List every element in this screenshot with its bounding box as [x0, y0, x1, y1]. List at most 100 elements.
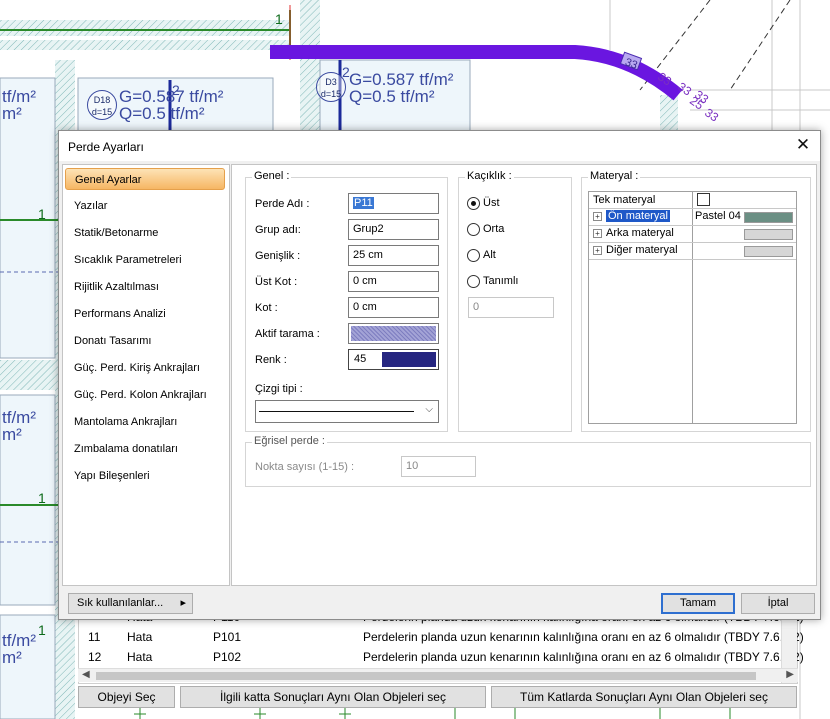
material-group-title: Materyal : — [588, 170, 641, 182]
cancel-button[interactable]: İptal — [741, 593, 815, 614]
single-material-label: Tek materyal — [593, 194, 656, 206]
row-type: Hata — [127, 650, 153, 664]
color-picker[interactable]: 45 — [348, 349, 439, 370]
grid-row-line — [589, 259, 796, 260]
offset-option-ust: Üst — [483, 197, 500, 209]
scroll-right-icon[interactable]: ▶ — [786, 669, 794, 680]
slab-tag-thickness: d=15 — [91, 107, 113, 117]
load-label: m² — [2, 425, 22, 444]
general-group: Genel : Perde Adı : P11 Grup adı: Grup2 … — [245, 170, 448, 432]
slab-tag-id: D18 — [93, 95, 111, 105]
offset-option-alt: Alt — [483, 249, 496, 261]
horizontal-scrollbar[interactable]: ◀ ▶ — [78, 668, 798, 682]
slab-tag-id: D3 — [325, 77, 337, 87]
slab-tag-thickness: d=15 — [320, 89, 342, 99]
offset-radio-alt[interactable] — [467, 249, 480, 262]
axis-number: 1 — [38, 490, 46, 506]
offset-value-input[interactable]: 0 — [468, 297, 554, 318]
single-material-checkbox[interactable] — [697, 193, 710, 206]
nav-item-statik-betonarme[interactable]: Statik/Betonarme — [65, 222, 225, 244]
nav-item-performans[interactable]: Performans Analizi — [65, 303, 225, 325]
hatch-preview — [351, 326, 436, 341]
offset-radio-orta[interactable] — [467, 223, 480, 236]
table-row[interactable]: 11 Hata P101 Perdelerin planda uzun kena… — [79, 627, 804, 647]
group-name-input[interactable]: Grup2 — [348, 219, 439, 240]
dialog-title: Perde Ayarları — [68, 140, 144, 154]
nav-item-yapi-bilesenleri[interactable]: Yapı Bileşenleri — [65, 465, 225, 487]
load-label-q: Q=0.5 tf/m² — [119, 104, 205, 123]
slab-tag[interactable]: D18 d=15 — [87, 90, 117, 120]
offset-radio-tanimli[interactable] — [467, 275, 480, 288]
ok-button[interactable]: Tamam — [661, 593, 735, 614]
solid-line-preview — [259, 411, 414, 412]
favorites-button[interactable]: Sık kullanılanlar... ▸ — [68, 593, 193, 614]
chevron-down-icon[interactable]: ⌵ — [425, 404, 433, 415]
expand-icon[interactable]: + — [593, 246, 602, 255]
grid-row-line — [589, 242, 796, 243]
nav-item-genel-ayarlar[interactable]: Genel Ayarlar — [65, 168, 225, 190]
wall-name-input[interactable]: P11 — [348, 193, 439, 214]
table-row[interactable]: 12 Hata P102 Perdelerin planda uzun kena… — [79, 647, 804, 667]
load-label-g: G=0.587 tf/m² — [349, 70, 454, 89]
group-name-label: Grup adı: — [255, 224, 301, 236]
curved-wall-group-title: Eğrisel perde : — [252, 435, 327, 447]
other-material-swatch[interactable] — [744, 246, 793, 257]
dialog-titlebar[interactable]: Perde Ayarları ✕ — [59, 131, 820, 161]
top-level-label: Üst Kot : — [255, 276, 298, 288]
axis-number: 2 — [342, 64, 350, 80]
offset-group: Kaçıklık : Üst Orta Alt Tanımlı 0 — [458, 170, 572, 432]
width-input[interactable]: 25 cm — [348, 245, 439, 266]
row-object: P101 — [213, 630, 242, 644]
back-material-name: Arka materyal — [606, 227, 674, 239]
close-icon[interactable]: ✕ — [794, 136, 812, 154]
select-object-button[interactable]: Objeyi Seç — [78, 686, 175, 708]
nav-item-mantolama[interactable]: Mantolama Ankrajları — [65, 411, 225, 433]
nav-item-kolon-ankraj[interactable]: Güç. Perd. Kolon Ankrajları — [65, 384, 225, 406]
offset-option-tanimli: Tanımlı — [483, 275, 519, 287]
nav-item-yazilar[interactable]: Yazılar — [65, 195, 225, 217]
favorites-label: Sık kullanılanlar... — [77, 597, 164, 609]
nav-item-donati[interactable]: Donatı Tasarımı — [65, 330, 225, 352]
nav-item-zimbalama[interactable]: Zımbalama donatıları — [65, 438, 225, 460]
front-material-swatch[interactable] — [744, 212, 793, 223]
load-label: tf/m² — [2, 631, 36, 650]
expand-icon[interactable]: + — [593, 229, 602, 238]
grid-divider — [692, 192, 693, 423]
color-index-value: 45 — [354, 353, 367, 365]
settings-nav: Genel Ayarlar Yazılar Statik/Betonarme S… — [62, 164, 230, 586]
material-group: Materyal : Tek materyal + Ön materyal Pas… — [581, 170, 811, 432]
nav-item-rijitlik[interactable]: Rijitlik Azaltılması — [65, 276, 225, 298]
other-material-label[interactable]: + Diğer materyal — [593, 244, 678, 256]
width-label: Genişlik : — [255, 250, 301, 262]
offset-radio-ust[interactable] — [467, 197, 480, 210]
general-group-title: Genel : — [252, 170, 292, 182]
wall-settings-dialog: Perde Ayarları ✕ Genel Ayarlar Yazılar S… — [58, 130, 821, 620]
line-type-label: Çizgi tipi : — [255, 383, 303, 395]
back-material-swatch[interactable] — [744, 229, 793, 240]
row-message: Perdelerin planda uzun kenarının kalınlı… — [363, 650, 804, 664]
nav-item-sicaklik[interactable]: Sıcaklık Parametreleri — [65, 249, 225, 271]
color-swatch — [382, 352, 436, 367]
axis-number: 1 — [38, 206, 46, 222]
nav-item-kiris-ankraj[interactable]: Güç. Perd. Kiriş Ankrajları — [65, 357, 225, 379]
level-input[interactable]: 0 cm — [348, 297, 439, 318]
wall-name-label: Perde Adı : — [255, 198, 310, 210]
offset-option-orta: Orta — [483, 223, 505, 235]
select-all-floors-button[interactable]: Tüm Katlarda Sonuçları Aynı Olan Objeler… — [491, 686, 797, 708]
axis-number: 1 — [38, 622, 46, 638]
back-material-label[interactable]: + Arka materyal — [593, 227, 674, 239]
top-level-input[interactable]: 0 cm — [348, 271, 439, 292]
scroll-left-icon[interactable]: ◀ — [82, 669, 90, 680]
select-same-floor-button[interactable]: İlgili katta Sonuçları Aynı Olan Objeler… — [180, 686, 486, 708]
front-material-label[interactable]: + Ön materyal — [593, 210, 670, 222]
active-hatch-picker[interactable] — [348, 323, 439, 344]
grid-row-line — [589, 208, 796, 209]
line-type-select[interactable]: ⌵ — [255, 400, 439, 423]
scrollbar-thumb[interactable] — [96, 672, 756, 680]
row-number: 12 — [88, 650, 102, 664]
expand-icon[interactable]: + — [593, 212, 602, 221]
active-hatch-label: Aktif tarama : — [255, 328, 320, 340]
point-count-input[interactable]: 10 — [401, 456, 476, 477]
load-label-q: Q=0.5 tf/m² — [349, 87, 435, 106]
point-count-label: Nokta sayısı (1-15) : — [255, 461, 355, 473]
